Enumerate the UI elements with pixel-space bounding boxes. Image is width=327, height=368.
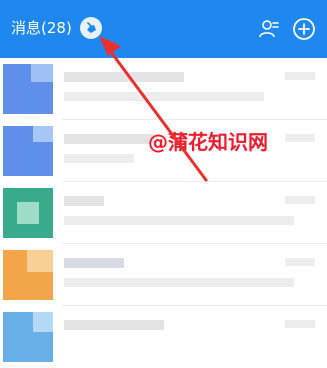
conversation-row[interactable] xyxy=(0,182,327,244)
plus-circle-icon xyxy=(293,18,315,40)
contacts-button[interactable] xyxy=(257,17,281,41)
messages-title: 消息(28) xyxy=(11,19,72,37)
conversation-row[interactable] xyxy=(0,58,327,120)
avatar xyxy=(3,188,53,238)
broom-icon xyxy=(87,22,96,33)
conversation-list[interactable] xyxy=(0,58,327,362)
avatar xyxy=(3,126,53,176)
contacts-icon xyxy=(259,20,279,38)
conversation-row[interactable] xyxy=(0,306,327,368)
avatar xyxy=(3,64,53,114)
watermark-text: @蒲花知识网 xyxy=(148,130,268,154)
header-bar: 消息(28) xyxy=(0,0,327,58)
avatar xyxy=(3,312,53,362)
conversation-row[interactable] xyxy=(0,244,327,306)
avatar xyxy=(3,250,53,300)
clean-unread-button[interactable] xyxy=(80,17,102,39)
add-button[interactable] xyxy=(291,16,317,42)
